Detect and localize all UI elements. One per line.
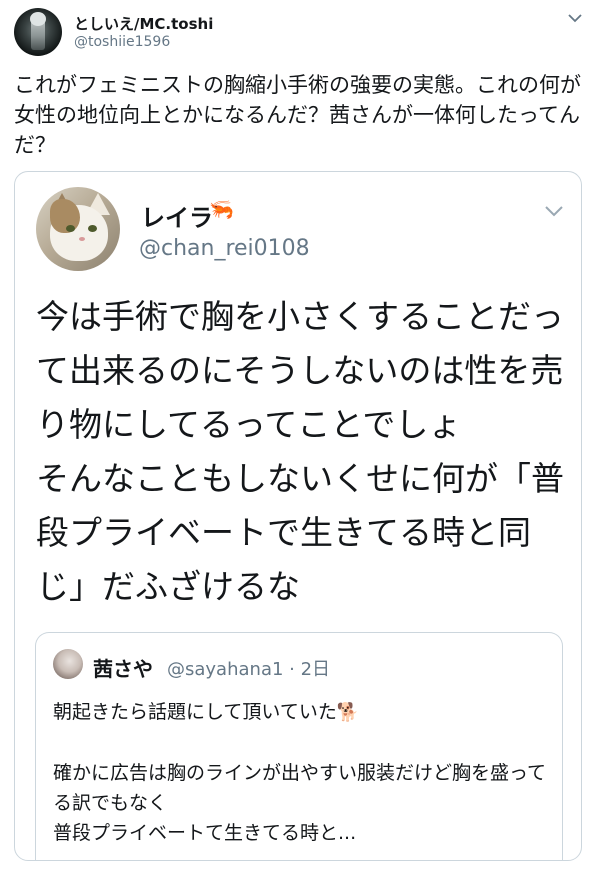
author-handle[interactable]: @toshiie1596 — [74, 34, 170, 50]
nested-author-avatar[interactable] — [53, 649, 83, 679]
nested-tweet-text: 朝起きたら話題にして頂いていた🐕 確かに広告は胸のラインが出やすい服装だけど胸を… — [53, 697, 553, 848]
cat-eye — [88, 225, 97, 232]
cat-eye — [66, 225, 75, 232]
nested-author-display-name[interactable]: 茜さや — [93, 653, 153, 682]
quoted-author-avatar[interactable] — [36, 187, 120, 271]
tweet-text: これがフェミニストの胸縮小手術の強要の実態。これの何が女性の地位向上とかになるん… — [14, 73, 581, 157]
chevron-down-icon[interactable] — [545, 203, 563, 221]
dog-icon: 🐕 — [336, 702, 360, 723]
cat-patch — [50, 199, 80, 233]
avatar-figure-head — [30, 12, 46, 26]
author-display-name[interactable]: としいえ/MC.toshi — [74, 13, 213, 34]
quoted-author-display-name[interactable]: レイラ — [141, 198, 213, 233]
author-avatar[interactable] — [14, 8, 62, 56]
chevron-down-icon[interactable] — [568, 12, 582, 26]
nested-body: 確かに広告は胸のラインが出やすい服装だけど胸を盛ってる訳でもなく 普段プライベー… — [53, 762, 547, 844]
shrimp-icon: 🦐 — [209, 197, 234, 221]
quoted-author-handle[interactable]: @chan_rei0108 — [139, 236, 310, 261]
cat-nose — [79, 237, 85, 241]
quoted-tweet-text: 今は手術で胸を小さくすることだって出来るのにそうしないのは性を売り物にしてるって… — [36, 297, 564, 606]
nested-author-handle-time[interactable]: @sayahana1 · 2日 — [167, 655, 330, 681]
nested-line1: 朝起きたら話題にして頂いていた — [53, 701, 337, 723]
